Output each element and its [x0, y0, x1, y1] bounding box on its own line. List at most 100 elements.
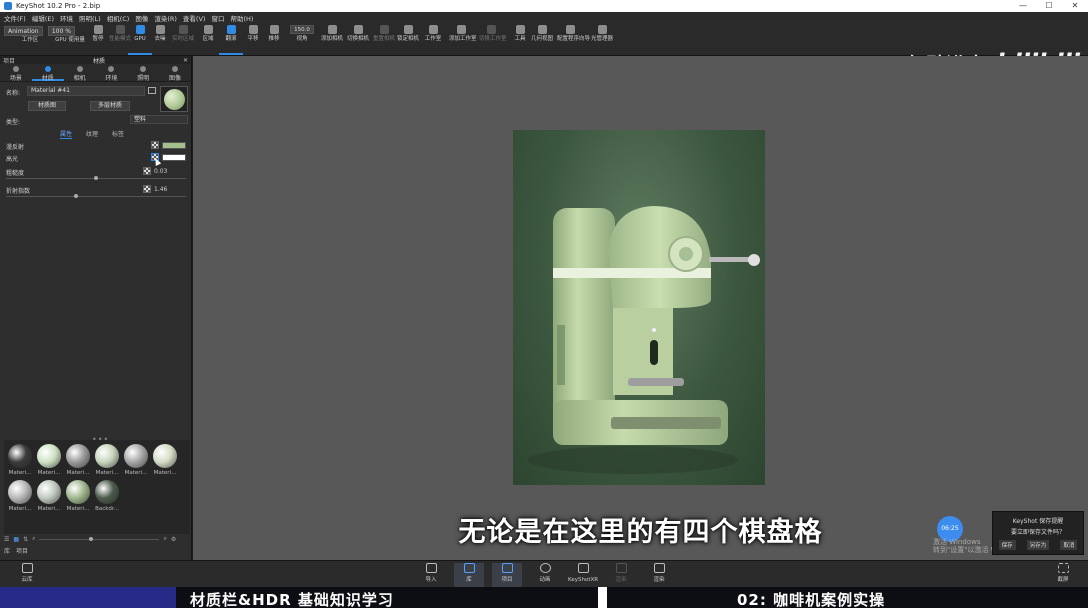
tool-workspace[interactable]: 工作区 — [18, 37, 42, 43]
tab-lighting[interactable]: 照明 — [127, 64, 159, 82]
keyshotxr-button[interactable]: KeyShotXR — [568, 563, 598, 583]
thumbnail-size-slider[interactable] — [39, 536, 160, 541]
menu-file[interactable]: 文件(F) — [4, 13, 26, 23]
specular-color-swatch[interactable] — [162, 154, 186, 161]
library-material[interactable]: Materi... — [93, 444, 121, 476]
material-type-select[interactable]: 塑料 — [130, 115, 188, 124]
roughness-slider-knob[interactable] — [94, 176, 98, 180]
tab-environment[interactable]: 环境 — [95, 64, 127, 82]
ior-slider[interactable] — [6, 194, 186, 198]
library-material[interactable]: Materi... — [64, 480, 92, 512]
subtab-properties[interactable]: 属性 — [60, 129, 73, 139]
reset-camera-icon — [379, 25, 389, 34]
library-material[interactable]: Materi... — [64, 444, 92, 476]
screenshot-button[interactable]: 截屏 — [1048, 563, 1078, 583]
menu-window[interactable]: 窗口 — [211, 13, 224, 23]
menu-view[interactable]: 查看(V) — [183, 13, 206, 23]
save-as-button[interactable]: 另存为 — [1026, 540, 1050, 550]
tool-realtime-region[interactable]: 实时区域 — [171, 25, 195, 42]
subtab-labels[interactable]: 标签 — [112, 129, 124, 139]
tool-switch-studio[interactable]: 切换工作室 — [479, 25, 507, 42]
ior-value[interactable]: 1.46 — [154, 186, 167, 193]
tool-configurator-wizard[interactable]: 配置程序向导 — [557, 25, 590, 42]
menu-environment[interactable]: 环境 — [60, 13, 73, 23]
import-button[interactable]: 导入 — [416, 563, 446, 583]
render-viewport[interactable]: 无论是在这里的有四个棋盘格 06:25 激活 Windows 转到"设置"以激活… — [193, 56, 1088, 560]
menu-lighting[interactable]: 照明(L) — [79, 13, 101, 23]
menu-image[interactable]: 图像 — [135, 13, 148, 23]
maximize-button[interactable]: ☐ — [1036, 0, 1062, 12]
library-resize-handle[interactable]: ••• — [92, 435, 109, 444]
zoom-select[interactable]: 100 % — [47, 26, 75, 36]
roughness-slider[interactable] — [6, 176, 186, 180]
tool-gpu-usage[interactable]: GPU 使用量 — [52, 37, 88, 43]
tool-add-camera[interactable]: 添加相机 — [320, 25, 344, 42]
tool-light-manager[interactable]: 光管理器 — [590, 25, 614, 42]
tool-pause[interactable]: 暂停 — [86, 25, 110, 42]
project-button[interactable]: 项目 — [492, 563, 522, 587]
ior-texture-checker-icon[interactable] — [143, 185, 151, 193]
library-material[interactable]: Materi... — [6, 480, 34, 512]
menu-render[interactable]: 渲染(R) — [154, 13, 177, 23]
diffuse-color-swatch[interactable] — [162, 142, 186, 149]
thumbnail-size-knob[interactable] — [89, 536, 94, 541]
cloud-library-button[interactable]: 云库 — [12, 563, 42, 583]
library-material[interactable]: Materi... — [151, 444, 179, 476]
material-name-field[interactable]: Material #41 — [27, 86, 145, 96]
tool-add-studio[interactable]: 添加工作室 — [449, 25, 477, 42]
tab-material[interactable]: 材质 — [31, 64, 64, 82]
animation-button[interactable]: 动画 — [530, 563, 560, 583]
tab-image[interactable]: 图像 — [159, 64, 191, 82]
ior-slider-knob[interactable] — [74, 194, 78, 198]
tool-geometry-view[interactable]: 几何视图 — [530, 25, 554, 42]
tool-studio[interactable]: 工作室 — [421, 25, 445, 42]
multi-material-button[interactable]: 多层材质 — [90, 101, 130, 111]
tool-reset-camera[interactable]: 重置相机 — [372, 25, 396, 42]
tool-dolly[interactable]: 推移 — [262, 25, 286, 42]
library-material[interactable]: Materi... — [122, 444, 150, 476]
tab-scene[interactable]: 场景 — [0, 64, 32, 82]
library-material[interactable]: Materi... — [35, 480, 63, 512]
save-button[interactable]: 保存 — [998, 540, 1016, 550]
fov-field[interactable]: 150.0 — [290, 25, 314, 34]
library-search-icon[interactable]: ⌕ — [32, 535, 35, 543]
grid-view-icon[interactable]: ▦ — [13, 536, 19, 543]
workspace-mode-select[interactable]: Animation — [4, 26, 43, 36]
library-material[interactable]: Materi... — [6, 444, 34, 476]
cancel-button[interactable]: 取消 — [1060, 540, 1078, 550]
tool-region[interactable]: 区域 — [196, 25, 220, 42]
roughness-value[interactable]: 0.03 — [154, 168, 167, 175]
tab-library[interactable]: 库 — [4, 548, 10, 555]
render-region[interactable] — [513, 130, 765, 485]
subtab-textures[interactable]: 纹理 — [86, 129, 98, 139]
render-button[interactable]: 渲染 — [644, 563, 674, 583]
tab-camera[interactable]: 相机 — [64, 64, 96, 82]
menu-camera[interactable]: 相机(C) — [107, 13, 130, 23]
library-material[interactable]: Materi... — [35, 444, 63, 476]
render-disabled-button[interactable]: 渲染 — [606, 563, 636, 583]
tool-fov[interactable]: 150.0 视角 — [290, 25, 314, 42]
menu-help[interactable]: 帮助(H) — [230, 13, 253, 23]
tool-tumble[interactable]: 翻滚 — [219, 25, 243, 55]
close-button[interactable]: ✕ — [1062, 0, 1088, 12]
panel-close-icon[interactable]: ✕ — [183, 57, 188, 64]
library-settings-icon[interactable]: ⚙ — [171, 536, 176, 543]
tool-lock-camera[interactable]: 锁定相机 — [396, 25, 420, 42]
material-preview[interactable] — [160, 86, 188, 112]
material-graph-button[interactable]: 材质图 — [28, 101, 66, 111]
roughness-texture-checker-icon[interactable] — [143, 167, 151, 175]
tab-project[interactable]: 项目 — [16, 548, 28, 555]
save-to-library-icon[interactable] — [148, 87, 156, 94]
tool-tools[interactable]: 工具 — [508, 25, 532, 42]
tool-switch-camera[interactable]: 切换相机 — [346, 25, 370, 42]
panel-header: 项目 材质 ✕ — [0, 56, 191, 65]
diffuse-texture-checker-icon[interactable] — [151, 141, 159, 149]
minimize-button[interactable]: — — [1010, 0, 1036, 12]
menu-edit[interactable]: 编辑(E) — [32, 13, 54, 23]
sort-icon[interactable]: ⇅ — [23, 536, 28, 543]
library-button[interactable]: 库 — [454, 563, 484, 587]
tool-denoise[interactable]: 去噪 — [148, 25, 172, 42]
library-filter-icon[interactable]: ⌕ — [163, 535, 166, 543]
list-view-icon[interactable]: ☰ — [4, 536, 9, 543]
library-material[interactable]: Backdr... — [93, 480, 121, 512]
